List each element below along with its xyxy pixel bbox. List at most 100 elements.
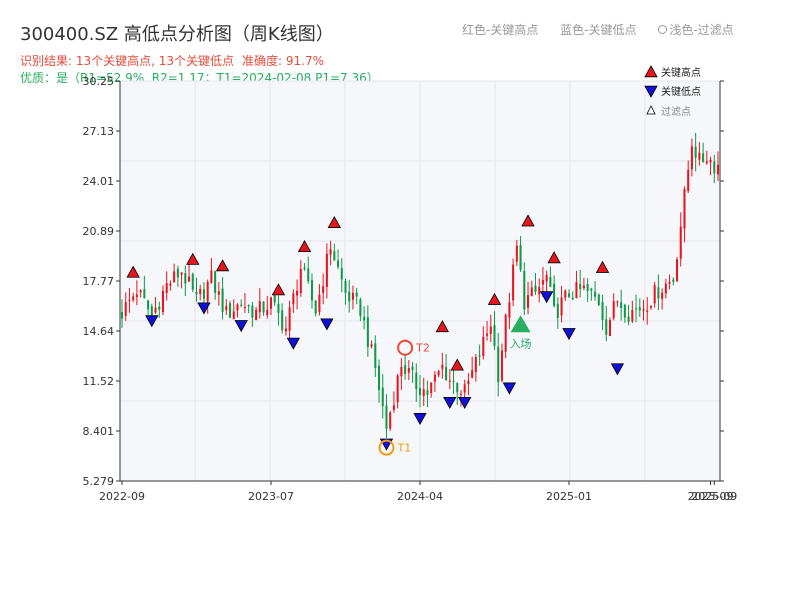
candle-body <box>217 291 220 295</box>
candle-body <box>564 290 567 298</box>
candle-body <box>567 293 571 297</box>
candle-body <box>202 289 205 299</box>
candle-body <box>180 272 183 275</box>
candle-body <box>716 164 720 175</box>
candle-body <box>150 306 153 316</box>
candle-body <box>407 367 410 373</box>
candle-body <box>497 346 500 383</box>
candle-body <box>165 283 168 294</box>
candle-body <box>158 306 161 310</box>
x-tick-label: 2025-01 <box>546 490 592 503</box>
candle-body <box>154 307 157 313</box>
candle-body <box>128 300 131 302</box>
candle-body <box>545 274 548 282</box>
candle-body <box>411 366 414 371</box>
candle-body <box>210 270 213 284</box>
candle-body <box>705 161 708 164</box>
candle-body <box>266 309 269 316</box>
candle-body <box>512 264 515 301</box>
candle-body <box>355 292 358 297</box>
y-tick-label: 30.25 <box>83 75 115 88</box>
candle-body <box>161 291 164 313</box>
candle-body <box>206 281 209 302</box>
legend-filtered-label: 过滤点 <box>661 105 691 118</box>
candle-body <box>664 283 667 294</box>
candle-body <box>251 305 254 318</box>
candle-body <box>534 285 537 292</box>
candle-body <box>445 367 448 381</box>
candle-body <box>258 301 261 313</box>
candle-body <box>620 302 623 309</box>
candle-body <box>195 292 198 295</box>
candle-body <box>281 310 284 331</box>
candle-body <box>359 299 362 317</box>
candle-body <box>594 291 597 297</box>
candle-body <box>653 285 656 304</box>
candle-body <box>515 245 518 262</box>
candle-body <box>400 366 403 377</box>
legend-low-label: 关键低点 <box>661 85 701 98</box>
candle-body <box>500 350 503 381</box>
candle-body <box>288 307 291 331</box>
candle-body <box>448 380 451 382</box>
candle-body <box>474 357 477 373</box>
candle-body <box>422 389 425 397</box>
candle-body <box>508 302 511 318</box>
candle-body <box>538 287 541 295</box>
candle-body <box>374 343 377 368</box>
candle-body <box>232 311 235 319</box>
candle-body <box>120 312 124 319</box>
candle-body <box>135 294 138 297</box>
candle-body <box>690 146 693 170</box>
candle-body <box>124 302 127 316</box>
candle-body <box>176 268 179 278</box>
candle-body <box>415 372 418 390</box>
candle-body <box>191 273 194 290</box>
candle-body <box>556 303 559 318</box>
candle-body <box>590 288 593 291</box>
legend-high-label: 关键高点 <box>661 66 701 79</box>
candle-body <box>344 280 347 293</box>
candle-body <box>452 381 455 383</box>
x-tick-label: 2022-09 <box>99 490 145 503</box>
candle-body <box>597 294 600 305</box>
candle-body <box>668 281 671 284</box>
candle-body <box>173 271 176 283</box>
candle-body <box>679 226 682 259</box>
candle-body <box>541 280 544 285</box>
candle-body <box>672 279 675 282</box>
candle-body <box>262 301 265 313</box>
candle-body <box>243 307 246 309</box>
y-tick-label: 5.279 <box>83 475 115 488</box>
y-tick-label: 11.52 <box>83 375 115 388</box>
candle-body <box>214 271 217 293</box>
candle-body <box>240 304 243 306</box>
candle-body <box>489 326 492 334</box>
candle-body <box>366 317 369 347</box>
candle-body <box>504 314 507 352</box>
candle-body <box>519 245 522 270</box>
candle-body <box>530 287 533 297</box>
candle-body <box>303 267 306 270</box>
t2-label: T2 <box>415 342 430 355</box>
candle-body <box>404 365 407 375</box>
candle-body <box>698 152 701 160</box>
candle-body <box>396 375 399 403</box>
y-tick-label: 17.77 <box>83 275 115 288</box>
t1-label: T1 <box>396 442 411 455</box>
y-tick-label: 24.01 <box>83 175 115 188</box>
candle-body <box>638 307 641 311</box>
candle-body <box>169 283 172 286</box>
candle-body <box>314 300 317 314</box>
candle-body <box>325 253 328 287</box>
candle-body <box>236 304 239 311</box>
candle-body <box>575 282 578 299</box>
x-tick-label: 2023-07 <box>248 490 294 503</box>
candle-body <box>601 302 604 320</box>
candle-body <box>199 288 202 295</box>
candle-body <box>381 387 384 407</box>
candle-body <box>184 273 187 284</box>
candle-body <box>616 301 619 303</box>
candle-body <box>139 290 142 293</box>
candle-body <box>132 296 135 300</box>
